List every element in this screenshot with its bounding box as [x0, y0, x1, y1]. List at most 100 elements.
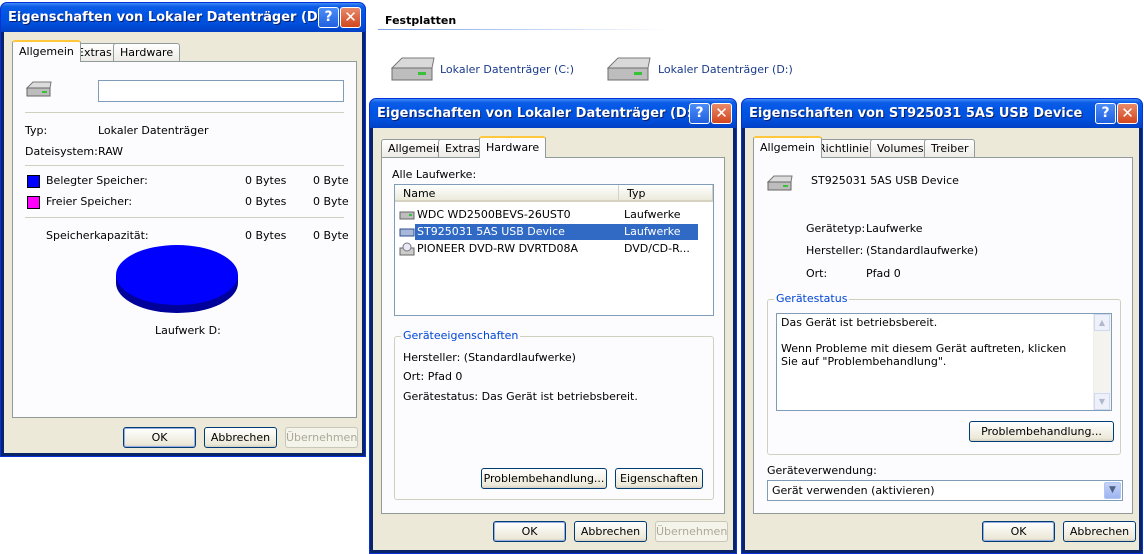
question-icon: ? [1101, 105, 1110, 121]
properties-button[interactable]: Eigenschaften [615, 468, 703, 489]
usb-drive-icon [399, 228, 415, 237]
heading-underline [378, 29, 668, 30]
row-type: Laufwerke [621, 224, 698, 240]
title-bar[interactable]: Eigenschaften von ST925031 5AS USB Devic… [742, 99, 1142, 128]
used-space-short: 0 Byte [313, 174, 349, 187]
hard-drive-icon [390, 57, 435, 81]
help-button[interactable]: ? [318, 7, 339, 28]
row-name: WDC WD2500BEVS-26UST0 [417, 208, 571, 221]
column-header-type[interactable]: Typ [619, 185, 713, 202]
window-title: Eigenschaften von Lokaler Datenträger (D… [8, 10, 329, 25]
table-row[interactable]: PIONEER DVD-RW DVRTD08A DVD/CD-R... [397, 241, 713, 257]
scroll-down-icon[interactable]: ▼ [1094, 393, 1110, 410]
divider [25, 112, 344, 113]
title-bar[interactable]: Eigenschaften von Lokaler Datenträger (D… [1, 3, 365, 32]
device-type-value: Laufwerke [866, 222, 923, 235]
help-button[interactable]: ? [1095, 103, 1116, 124]
drive-c-label: Lokaler Datenträger (C:) [440, 63, 575, 76]
close-icon: ✕ [715, 104, 728, 122]
filesystem-label: Dateisystem: [25, 145, 98, 158]
ok-button[interactable]: OK [982, 521, 1055, 542]
ok-button[interactable]: OK [493, 521, 566, 542]
close-button[interactable]: ✕ [340, 7, 361, 28]
used-space-label: Belegter Speicher: [46, 174, 148, 187]
row-name: PIONEER DVD-RW DVRTD08A [417, 242, 578, 255]
chevron-down-icon[interactable]: ▼ [1104, 482, 1121, 499]
drive-icon [399, 211, 415, 220]
tab-page-general: ST925031 5AS USB Device Gerätetyp: Laufw… [753, 157, 1133, 514]
apply-button[interactable]: Übernehmen [655, 521, 728, 542]
status-scrollbar[interactable]: ▲ ▼ [1093, 314, 1111, 410]
apply-button[interactable]: Übernehmen [285, 427, 358, 448]
row-type: DVD/CD-R... [624, 242, 690, 255]
tab-volumes[interactable]: Volumes [870, 139, 931, 157]
tab-general[interactable]: Allgemein [12, 40, 81, 62]
used-space-bytes: 0 Bytes [245, 174, 287, 187]
drive-letter-label: Laufwerk D: [155, 324, 221, 337]
column-header-name[interactable]: Name [395, 185, 619, 202]
drive-properties-dialog: Eigenschaften von Lokaler Datenträger (D… [0, 2, 366, 457]
drive-c-item[interactable]: Lokaler Datenträger (C:) [388, 56, 608, 86]
tab-hardware[interactable]: Hardware [479, 136, 547, 158]
drive-list[interactable]: Name Typ WDC WD2500BEVS-26UST0 Laufwerke… [394, 184, 714, 316]
free-space-short: 0 Byte [313, 195, 349, 208]
manufacturer-value: (Standardlaufwerke) [866, 244, 979, 257]
status-help-text: Wenn Probleme mit diesem Gerät auftreten… [781, 342, 1067, 368]
type-label: Typ: [25, 124, 48, 137]
troubleshoot-button[interactable]: Problembehandlung... [481, 468, 607, 489]
cancel-button[interactable]: Abbrechen [574, 521, 647, 542]
section-heading: Festplatten [385, 14, 457, 27]
group-title: Gerätestatus [774, 292, 850, 305]
device-properties-group: Geräteeigenschaften Hersteller: (Standar… [394, 329, 714, 500]
dialog-client: Allgemein Extras Hardware Typ: Lokaler D… [4, 32, 362, 453]
title-bar[interactable]: Eigenschaften von Lokaler Datenträger (D… [370, 99, 736, 128]
device-name: ST925031 5AS USB Device [811, 174, 959, 187]
device-usage-select[interactable]: Gerät verwenden (aktivieren) ▼ [767, 480, 1123, 501]
location-value: Pfad 0 [866, 267, 901, 280]
table-row[interactable]: WDC WD2500BEVS-26UST0 Laufwerke [397, 207, 713, 223]
hard-drive-icon [606, 57, 651, 81]
status-text: Gerätestatus: Das Gerät ist betriebsbere… [403, 390, 638, 403]
used-space-swatch [27, 175, 40, 188]
tab-hardware[interactable]: Hardware [113, 43, 181, 61]
drive-name-input[interactable] [98, 80, 344, 102]
manufacturer-label: Hersteller: [806, 244, 864, 257]
table-row-selected[interactable]: ST925031 5AS USB Device Laufwerke [397, 224, 713, 240]
usb-drive-icon [766, 175, 793, 191]
tab-driver[interactable]: Treiber [924, 139, 976, 157]
cancel-button[interactable]: Abbrechen [204, 427, 277, 448]
location-text: Ort: Pfad 0 [403, 370, 463, 383]
troubleshoot-button[interactable]: Problembehandlung... [969, 421, 1114, 442]
cancel-button[interactable]: Abbrechen [1063, 521, 1136, 542]
tab-page-hardware: Alle Laufwerke: Name Typ WDC WD2500BEVS-… [381, 157, 725, 514]
device-usage-label: Geräteverwendung: [767, 464, 877, 477]
drive-d-label: Lokaler Datenträger (D:) [658, 63, 793, 76]
question-icon: ? [324, 9, 333, 25]
device-status-textbox[interactable]: Das Gerät ist betriebsbereit. Wenn Probl… [776, 313, 1112, 411]
row-name: ST925031 5AS USB Device [415, 224, 623, 240]
disk-usage-pie [116, 245, 238, 313]
drive-d-item[interactable]: Lokaler Datenträger (D:) [604, 56, 824, 86]
divider [25, 217, 344, 218]
type-value: Lokaler Datenträger [98, 124, 209, 137]
tab-general[interactable]: Allgemein [753, 136, 822, 158]
dialog-client: Allgemein Extras Hardware Alle Laufwerke… [373, 128, 733, 550]
tab-page-general: Typ: Lokaler Datenträger Dateisystem: RA… [12, 61, 357, 418]
close-button[interactable]: ✕ [1117, 103, 1138, 124]
drive-properties-hardware-dialog: Eigenschaften von Lokaler Datenträger (D… [369, 98, 737, 554]
scroll-up-icon[interactable]: ▲ [1094, 314, 1110, 331]
free-space-swatch [27, 196, 40, 209]
close-icon: ✕ [344, 8, 357, 26]
manufacturer-text: Hersteller: (Standardlaufwerke) [403, 351, 576, 364]
free-space-bytes: 0 Bytes [245, 195, 287, 208]
close-button[interactable]: ✕ [711, 103, 732, 124]
device-status-group: Gerätestatus Das Gerät ist betriebsberei… [767, 292, 1121, 455]
device-type-label: Gerätetyp: [806, 222, 866, 235]
ok-button[interactable]: OK [123, 427, 196, 448]
capacity-short: 0 Byte [313, 229, 349, 242]
filesystem-value: RAW [98, 145, 123, 158]
help-button[interactable]: ? [689, 103, 710, 124]
window-title: Eigenschaften von ST925031 5AS USB Devic… [749, 106, 1083, 121]
question-icon: ? [695, 105, 704, 121]
dvd-drive-icon [399, 242, 415, 256]
